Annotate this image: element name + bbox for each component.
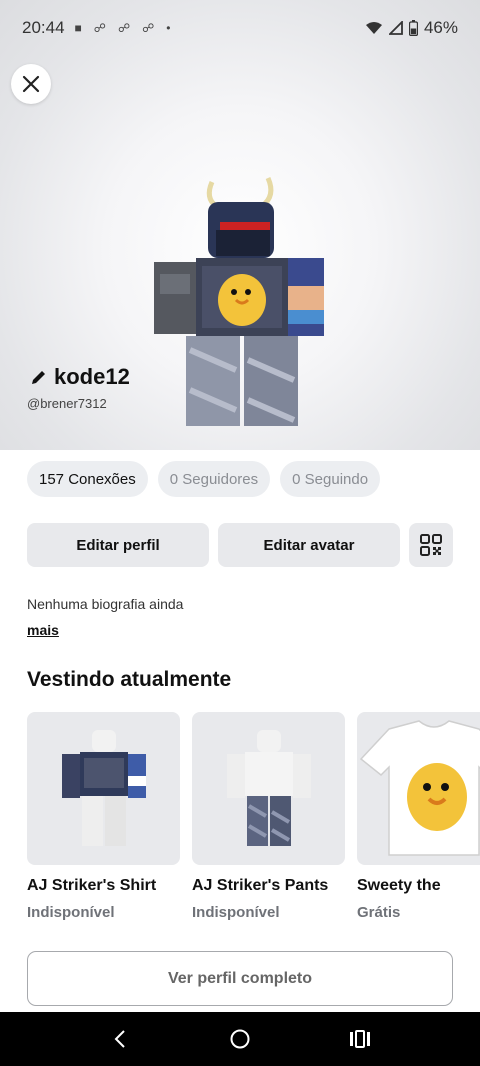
system-nav-bar	[0, 1012, 480, 1066]
item-name: AJ Striker's Pants	[192, 877, 329, 894]
close-icon	[22, 75, 40, 93]
pencil-icon[interactable]	[30, 368, 48, 386]
username: @brener7312	[27, 396, 107, 411]
home-icon	[230, 1029, 250, 1049]
item-thumbnail	[192, 712, 345, 865]
item-name: AJ Striker's Shirt	[27, 877, 157, 894]
edit-profile-button[interactable]: Editar perfil	[27, 523, 209, 567]
battery-icon	[408, 20, 418, 36]
dot-icon: •	[166, 21, 171, 35]
item-card[interactable]: AJ Striker's Pants Indisponível	[192, 712, 345, 921]
notification-icons: ■ ☍ ☍ ☍ •	[75, 21, 171, 35]
nav-home-button[interactable]	[220, 1019, 260, 1059]
view-full-profile-button[interactable]: Ver perfil completo	[27, 951, 453, 1006]
pants-avatar-image	[226, 729, 311, 846]
item-status: Indisponível	[192, 904, 280, 921]
item-card[interactable]: Sweety the Grátis	[357, 712, 480, 921]
item-status: Indisponível	[27, 904, 115, 921]
close-button[interactable]	[11, 64, 51, 104]
discord-icon: ☍	[93, 21, 106, 35]
display-name: kode12	[54, 364, 130, 389]
following-chip[interactable]: 0 Seguindo	[280, 461, 381, 497]
item-status: Grátis	[357, 904, 401, 921]
profile-actions: Editar perfil Editar avatar	[27, 523, 453, 567]
item-thumbnail	[357, 712, 480, 865]
status-bar: 20:44 ■ ☍ ☍ ☍ • 46%	[0, 0, 480, 56]
recents-icon	[350, 1030, 370, 1048]
edit-avatar-button[interactable]: Editar avatar	[218, 523, 400, 567]
item-name: Sweety the	[357, 877, 441, 894]
tshirt-duck-image	[359, 719, 480, 856]
app-notification-icon: ■	[74, 21, 82, 35]
item-card[interactable]: AJ Striker's Shirt Indisponível	[27, 712, 180, 921]
battery-percent: 46%	[423, 18, 458, 37]
wearing-items: AJ Striker's Shirt Indisponível AJ Strik…	[27, 712, 480, 921]
status-time: 20:44	[22, 18, 65, 37]
profile-screen: 20:44 ■ ☍ ☍ ☍ • 46% kode12 @brener7312 1…	[0, 0, 480, 1066]
bio-text: Nenhuma biografia ainda	[27, 596, 184, 612]
followers-chip[interactable]: 0 Seguidores	[157, 461, 271, 497]
more-link[interactable]: mais	[27, 622, 59, 638]
wifi-icon	[365, 22, 382, 34]
display-name-row: kode12	[30, 364, 130, 390]
qr-code-icon	[420, 534, 442, 556]
item-thumbnail	[27, 712, 180, 865]
nav-back-button[interactable]	[100, 1019, 140, 1059]
connections-chip[interactable]: 157 Conexões	[27, 461, 148, 497]
qr-code-button[interactable]	[409, 523, 453, 567]
back-icon	[114, 1030, 125, 1048]
wearing-title: Vestindo atualmente	[27, 668, 232, 691]
nav-recents-button[interactable]	[340, 1019, 380, 1059]
shirt-avatar-image	[61, 729, 146, 846]
status-right: 46%	[365, 18, 458, 38]
discord-icon: ☍	[142, 21, 155, 35]
signal-icon	[388, 21, 403, 35]
avatar-figure	[154, 176, 324, 426]
discord-icon: ☍	[117, 21, 131, 35]
profile-stats: 157 Conexões 0 Seguidores 0 Seguindo	[27, 461, 381, 497]
